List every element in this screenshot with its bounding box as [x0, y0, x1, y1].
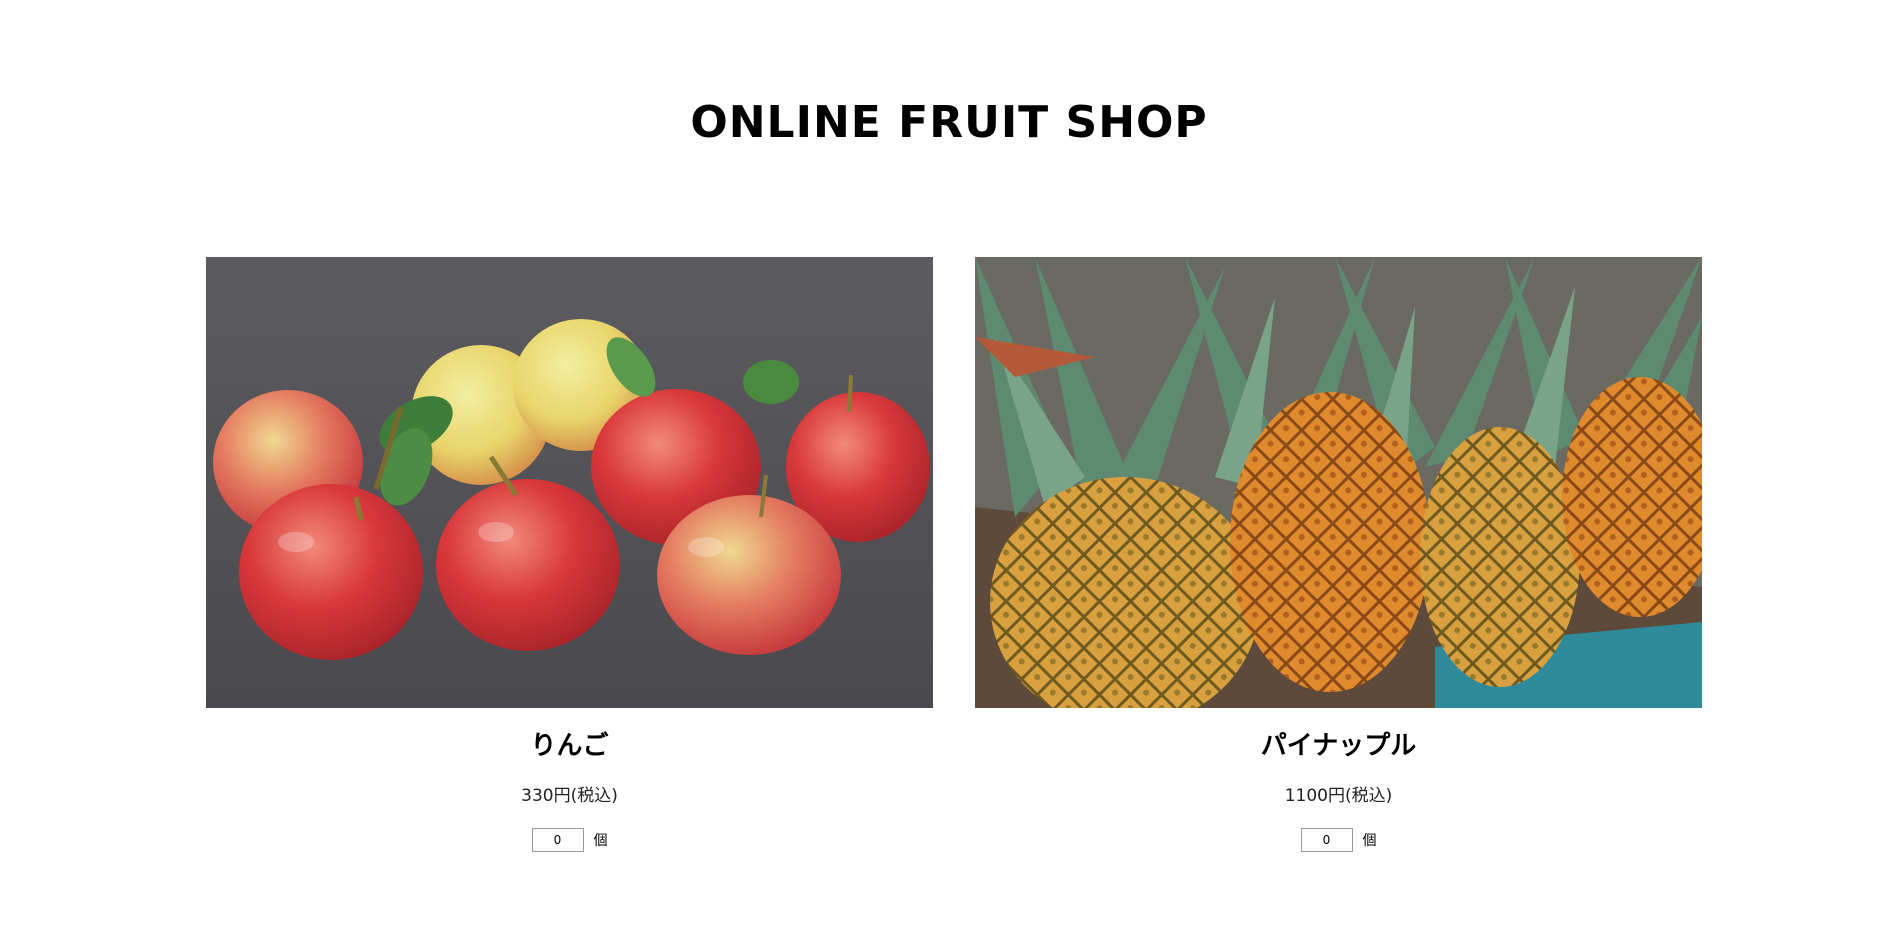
- quantity-unit-label: 個: [1362, 833, 1377, 849]
- apple-product-image: [206, 257, 933, 708]
- product-price: 330円(税込): [521, 786, 618, 806]
- quantity-row: 個: [206, 828, 933, 852]
- quantity-unit-label: 個: [593, 833, 608, 849]
- quantity-input[interactable]: [1300, 828, 1353, 852]
- site-title: ONLINE FRUIT SHOP: [690, 97, 1208, 148]
- quantity-input[interactable]: [531, 828, 584, 852]
- product-card-apple: りんご 330円(税込) 個: [206, 257, 933, 852]
- product-card-pineapple: パイナップル 1100円(税込) 個: [975, 257, 1702, 852]
- quantity-row: 個: [975, 828, 1702, 852]
- product-price: 1100円(税込): [1284, 786, 1393, 806]
- product-name: パイナップル: [1260, 731, 1417, 761]
- pineapple-product-image: [975, 257, 1702, 708]
- product-name: りんご: [530, 731, 609, 761]
